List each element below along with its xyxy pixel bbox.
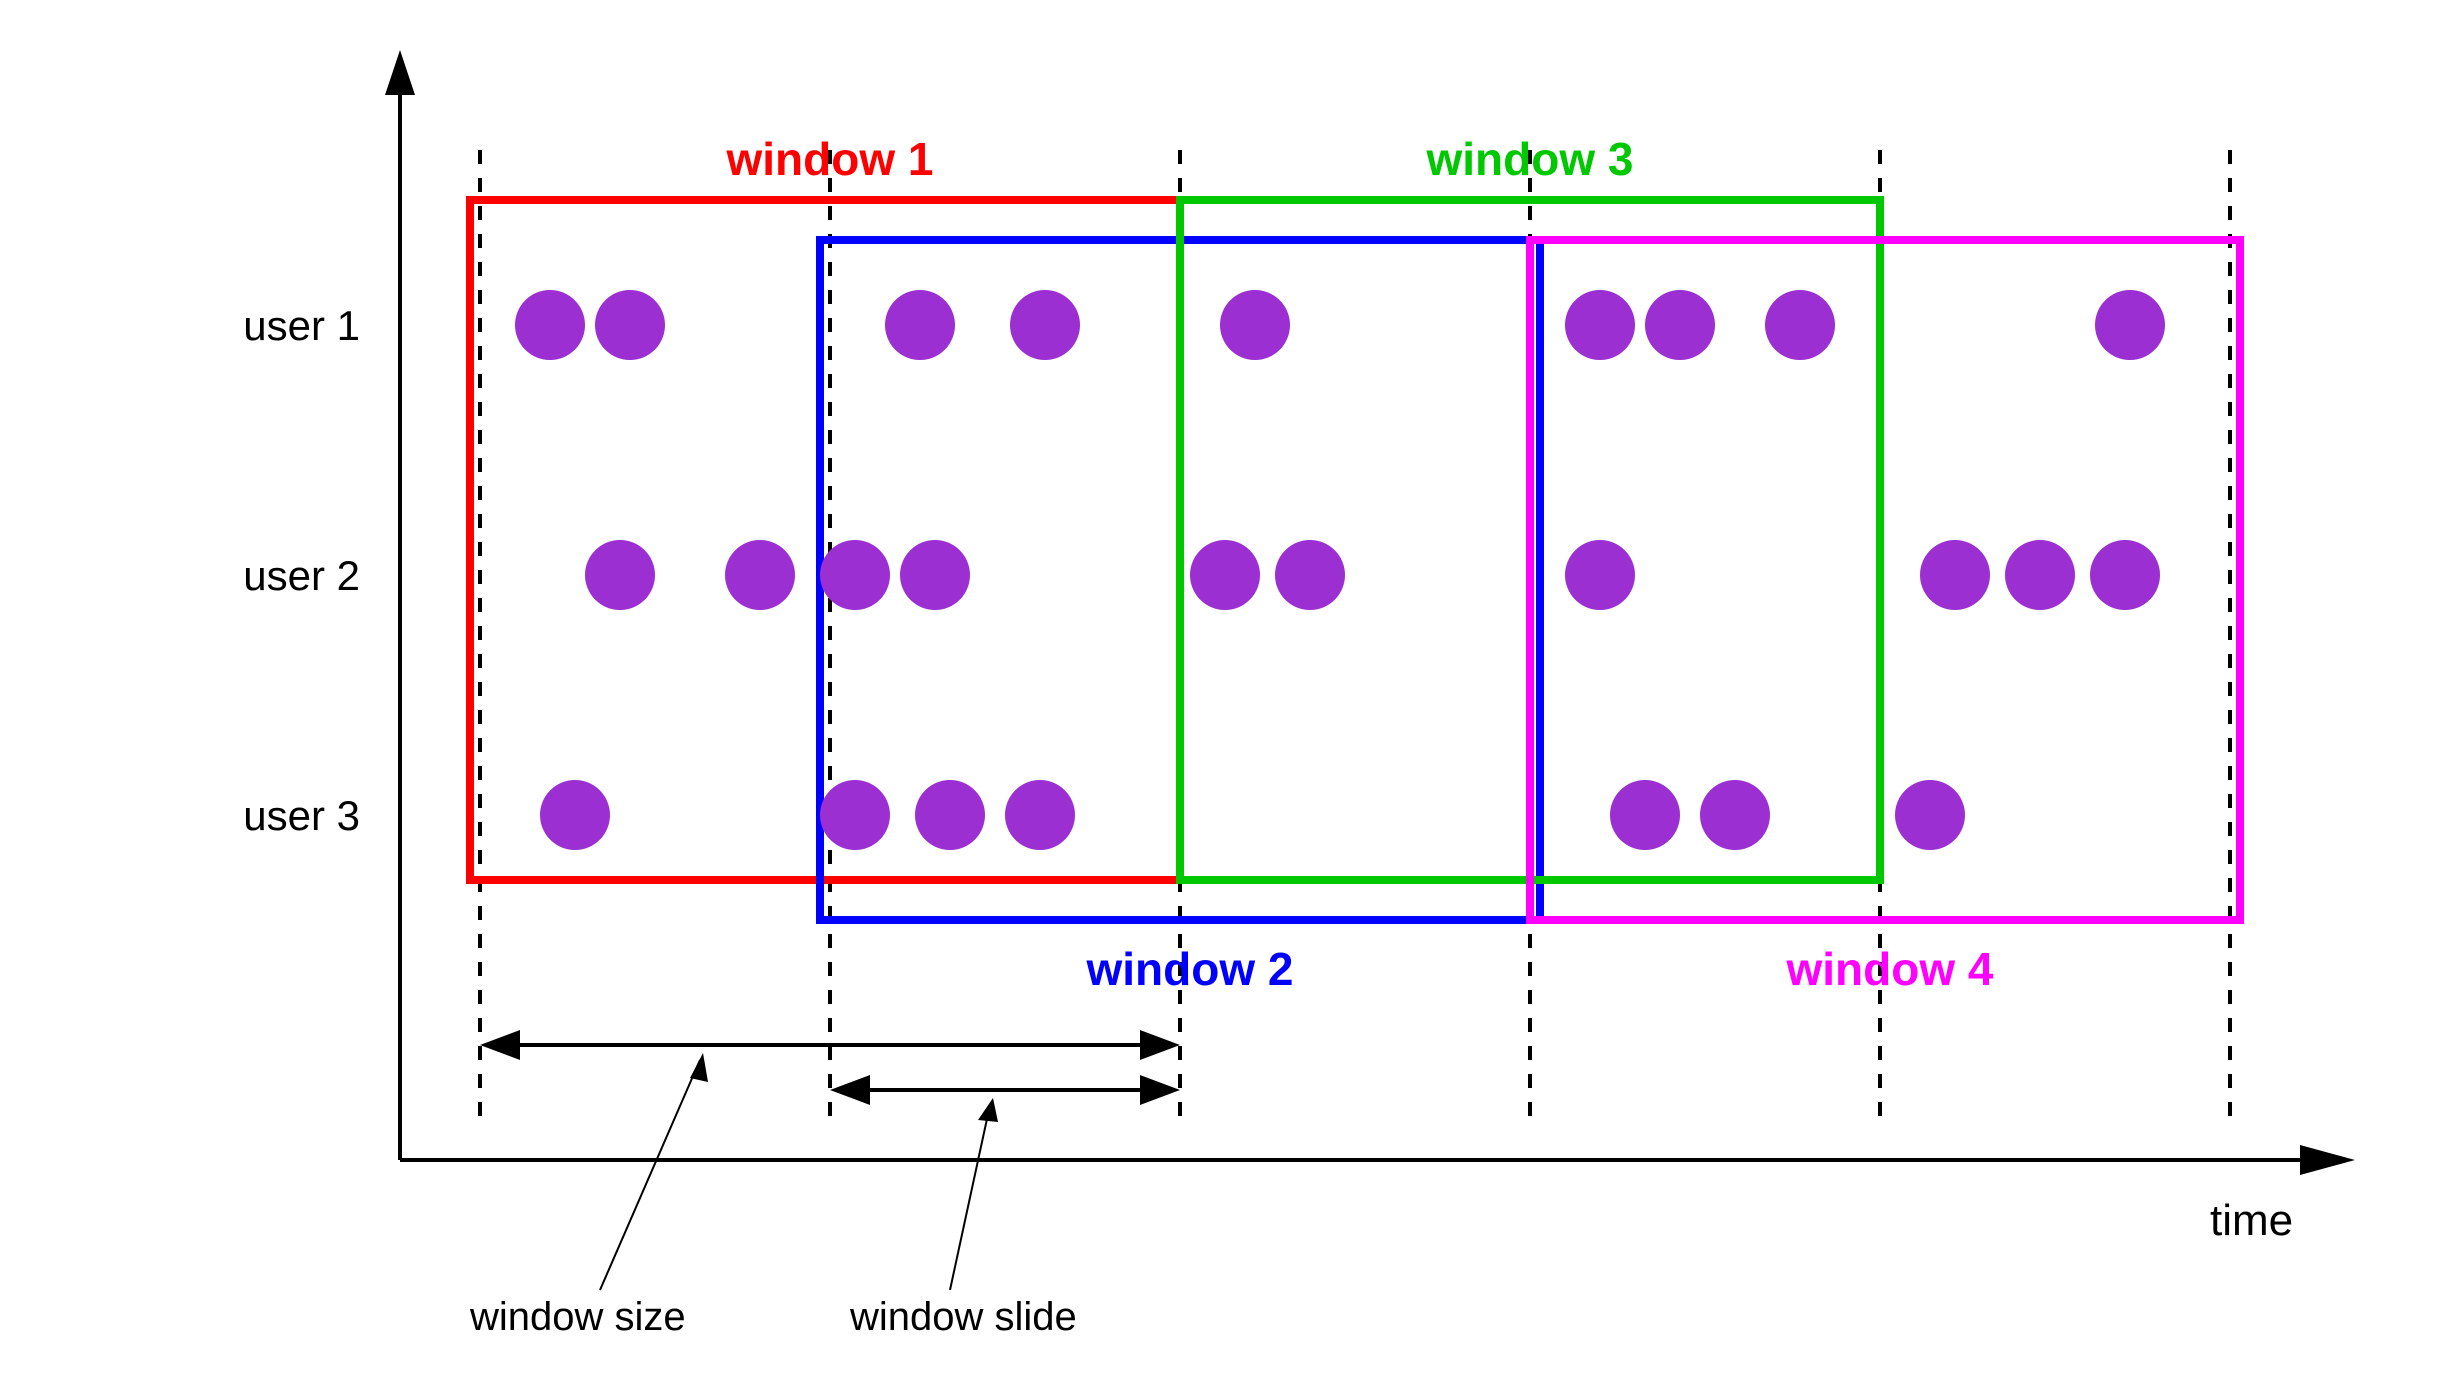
event-dot (515, 290, 585, 360)
event-dot (1005, 780, 1075, 850)
event-dot (2005, 540, 2075, 610)
event-dot (1765, 290, 1835, 360)
row-label-user3: user 3 (243, 792, 360, 839)
event-dot (2095, 290, 2165, 360)
arrow-left-2 (830, 1075, 870, 1105)
event-dot (585, 540, 655, 610)
event-dot (915, 780, 985, 850)
event-dot (1275, 540, 1345, 610)
pointer-2-head (978, 1098, 998, 1122)
event-dot (1610, 780, 1680, 850)
event-dot (1565, 290, 1635, 360)
x-axis-label: time (2210, 1196, 2293, 1245)
window-2-label: window 2 (1086, 943, 1294, 995)
event-dot (1010, 290, 1080, 360)
event-dot (885, 290, 955, 360)
event-dot (820, 780, 890, 850)
event-dot (900, 540, 970, 610)
window-1-label: window 1 (726, 133, 934, 185)
window-slide-text: window slide (849, 1295, 1077, 1339)
event-dot (820, 540, 890, 610)
pointer-1-head (690, 1053, 708, 1082)
arrow-right-2 (1140, 1075, 1180, 1105)
event-dot (1920, 540, 1990, 610)
event-dot (1190, 540, 1260, 610)
window-1-rect (470, 200, 1180, 880)
event-dot (1645, 290, 1715, 360)
event-dot (1895, 780, 1965, 850)
event-dot (540, 780, 610, 850)
event-dot (1565, 540, 1635, 610)
arrow-right-1 (1140, 1030, 1180, 1060)
row-label-user2: user 2 (243, 552, 360, 599)
event-dot (725, 540, 795, 610)
window-size-text: window size (469, 1295, 686, 1339)
event-dot (2090, 540, 2160, 610)
event-dot (595, 290, 665, 360)
arrow-left-1 (480, 1030, 520, 1060)
event-dot (1700, 780, 1770, 850)
pointer-2 (950, 1105, 990, 1290)
x-axis-arrow (2300, 1145, 2355, 1175)
sliding-window-diagram: time user 1 user 2 user 3 window 1 windo… (0, 0, 2448, 1377)
row-label-user1: user 1 (243, 302, 360, 349)
y-axis-arrow (385, 50, 415, 95)
pointer-1 (600, 1060, 700, 1290)
event-dot (1220, 290, 1290, 360)
window-3-label: window 3 (1426, 133, 1634, 185)
window-4-label: window 4 (1786, 943, 1994, 995)
